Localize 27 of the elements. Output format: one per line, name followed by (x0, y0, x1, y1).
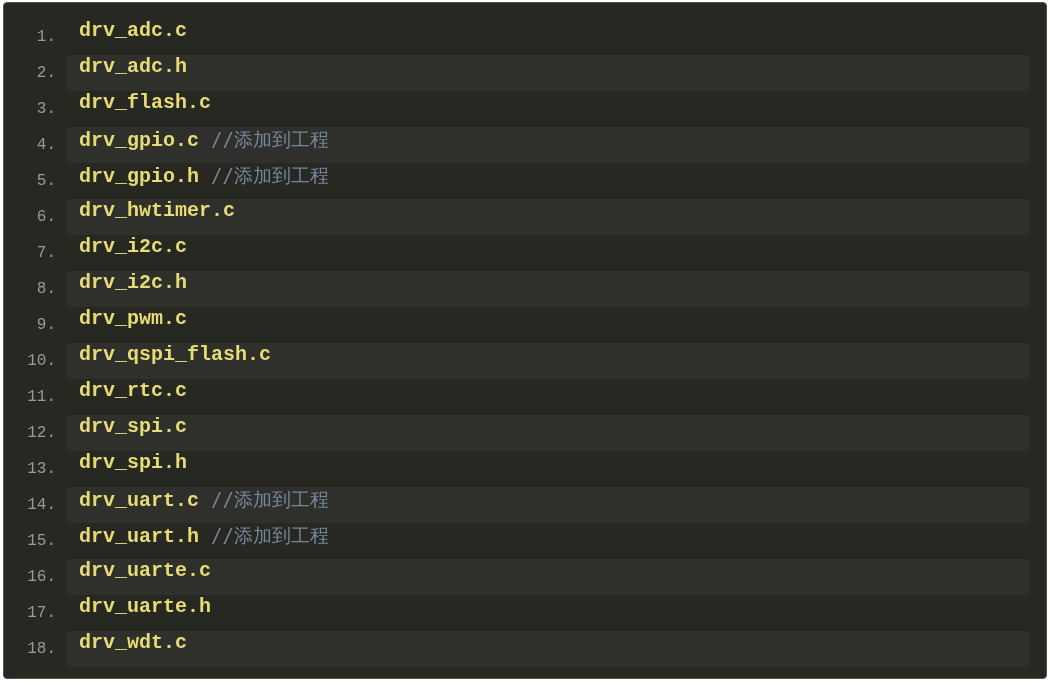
code-line: drv_i2c.c (78, 235, 189, 260)
line-number: 1. (35, 28, 56, 46)
line-number: 11. (26, 388, 56, 406)
line-number: 12. (26, 424, 56, 442)
line-number: 2. (35, 64, 56, 82)
line-number: 14. (26, 496, 56, 514)
code-line: drv_pwm.c (78, 307, 189, 332)
line-number: 4. (35, 136, 56, 154)
line-number: 7. (35, 244, 56, 262)
line-number: 9. (35, 316, 56, 334)
line-number: 18. (26, 640, 56, 658)
code-line: drv_adc.c (78, 19, 189, 44)
line-number: 6. (35, 208, 56, 226)
code-line: drv_flash.c (78, 91, 213, 116)
line-number: 17. (26, 604, 56, 622)
line-number: 13. (26, 460, 56, 478)
line-number: 16. (26, 568, 56, 586)
code-line: drv_uarte.h (78, 595, 213, 620)
line-number: 3. (35, 100, 56, 118)
line-number: 8. (35, 280, 56, 298)
code-line: drv_gpio.h //添加到工程 (78, 163, 330, 190)
code-line: drv_uart.h //添加到工程 (78, 523, 330, 550)
line-number: 15. (26, 532, 56, 550)
line-number: 5. (35, 172, 56, 190)
code-line: drv_spi.h (78, 451, 189, 476)
code-line: drv_rtc.c (78, 379, 189, 404)
line-number: 10. (26, 352, 56, 370)
